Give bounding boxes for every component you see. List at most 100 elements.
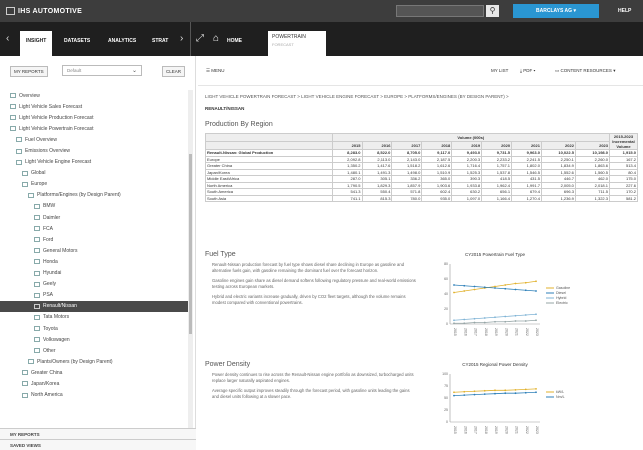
tree-item-label: Volkswagen xyxy=(43,336,70,343)
tree-item[interactable]: North America xyxy=(0,390,188,401)
menu-button[interactable]: ☰ MENU xyxy=(206,68,225,74)
tree-item[interactable]: Light Vehicle Sales Forecast xyxy=(0,101,188,112)
folder-icon xyxy=(34,226,40,232)
folder-icon xyxy=(16,159,22,165)
chevron-left-icon[interactable]: ‹ xyxy=(6,33,9,44)
folder-icon xyxy=(34,348,40,354)
data-point xyxy=(453,319,455,322)
my-list-button[interactable]: MY LIST xyxy=(491,68,508,73)
y-tick-label: 100 xyxy=(442,372,448,376)
table-header-label xyxy=(205,141,333,150)
tree-item-label: Europe xyxy=(31,181,48,188)
x-tick-label: 2021 xyxy=(515,426,519,434)
tree-item-label: FCA xyxy=(43,225,53,232)
data-point xyxy=(514,388,517,391)
data-point xyxy=(483,286,486,289)
legend-label: Hybrid xyxy=(556,296,566,300)
expand-icon[interactable]: ⤢ xyxy=(196,33,204,44)
filter-select[interactable]: Default ⌄ xyxy=(62,65,142,76)
x-tick-label: 2018 xyxy=(484,426,488,434)
content-resources-button[interactable]: ▭ CONTENT RESOURCES ▾ xyxy=(555,68,615,74)
home-label[interactable]: HOME xyxy=(227,38,242,44)
data-point xyxy=(483,389,486,392)
tree-item[interactable]: Global xyxy=(0,168,188,179)
table-header-corner xyxy=(205,133,333,142)
tree-item[interactable]: Hyundai xyxy=(0,268,188,279)
tree-item[interactable]: Honda xyxy=(0,256,188,267)
data-point xyxy=(483,321,486,324)
tree-item[interactable]: Tata Motors xyxy=(0,312,188,323)
tree-item[interactable]: Greater China xyxy=(0,367,188,378)
data-point xyxy=(524,388,527,391)
tree-item-label: Renault/Nissan xyxy=(43,303,77,310)
paragraph: Power density continues to rise across t… xyxy=(212,372,414,384)
tree-item[interactable]: Toyota xyxy=(0,323,188,334)
tree-item-label: Global xyxy=(31,170,46,177)
tree-item[interactable]: Japan/Korea xyxy=(0,378,188,389)
y-tick-label: 0 xyxy=(446,322,448,326)
user-menu-button[interactable]: BARCLAYS AG ▾ xyxy=(513,4,599,18)
tree-item-label: Japan/Korea xyxy=(31,380,60,387)
tree-item[interactable]: Light Vehicle Engine Forecast xyxy=(0,157,188,168)
table-row: South Asia 741.1 815.3 780.0 935.0 1,097.0 1,1… xyxy=(205,194,638,202)
home-icon[interactable]: ⌂ xyxy=(213,33,219,44)
tree-item[interactable]: Daimler xyxy=(0,212,188,223)
tree-item-label: Fuel Overview xyxy=(25,136,57,143)
tree-item[interactable]: Emissions Overview xyxy=(0,145,188,156)
tab-datasets[interactable]: DATASETS xyxy=(64,38,90,44)
data-point xyxy=(535,313,537,316)
folder-icon xyxy=(22,392,28,398)
tree-item[interactable]: Other xyxy=(0,345,188,356)
tab-insight[interactable]: INSIGHT xyxy=(20,31,53,56)
pdf-button[interactable]: ⤓ PDF ▾ xyxy=(520,68,535,73)
tree-item[interactable]: Plants/Owners (by Design Parent) xyxy=(0,356,188,367)
tree-scroll-thumb[interactable] xyxy=(189,154,192,334)
search-button[interactable]: ⚲ xyxy=(486,5,499,17)
data-point xyxy=(463,322,466,325)
breadcrumb[interactable]: LIGHT VEHICLE POWERTRAIN FORECAST > LIGH… xyxy=(205,94,509,99)
x-tick-label: 2015 xyxy=(453,426,457,434)
data-point xyxy=(453,394,455,397)
document-tab[interactable]: POWERTRAIN FORECAST xyxy=(268,31,326,56)
search-input[interactable] xyxy=(396,5,484,17)
tree-item[interactable]: Fuel Overview xyxy=(0,134,188,145)
clear-button[interactable]: CLEAR xyxy=(162,66,186,77)
help-link[interactable]: HELP xyxy=(618,8,631,14)
tree-item[interactable]: Renault/Nissan xyxy=(0,300,188,312)
x-tick-label: 2018 xyxy=(484,328,488,336)
folder-icon xyxy=(34,337,40,343)
my-reports-button[interactable]: MY REPORTS xyxy=(10,66,48,77)
tree-item[interactable]: Geely xyxy=(0,279,188,290)
data-point xyxy=(524,289,527,292)
folder-icon xyxy=(22,370,28,376)
x-tick-label: 2022 xyxy=(525,426,529,434)
tree-item[interactable]: PSA xyxy=(0,290,188,301)
data-point xyxy=(473,317,476,320)
table-cell: 815.3 xyxy=(361,194,393,202)
tree-item[interactable]: FCA xyxy=(0,223,188,234)
footer-saved-views[interactable]: SAVED VIEWS xyxy=(0,439,196,450)
x-tick-label: 2023 xyxy=(535,426,539,434)
tree-item[interactable]: BMW xyxy=(0,201,188,212)
data-point xyxy=(504,320,507,323)
data-point xyxy=(494,320,496,323)
tab-strat[interactable]: STRAT xyxy=(152,38,168,44)
tree-item-label: General Motors xyxy=(43,247,78,254)
content-toolbar: ☰ MENU MY LIST ⤓ PDF ▾ ▭ CONTENT RESOURC… xyxy=(198,56,643,86)
tree-item[interactable]: General Motors xyxy=(0,245,188,256)
folder-icon xyxy=(34,237,40,243)
tree-item[interactable]: Europe xyxy=(0,179,188,190)
tree-item[interactable]: Ford xyxy=(0,234,188,245)
tab-analytics[interactable]: ANALYTICS xyxy=(108,38,136,44)
tree-item[interactable]: Light Vehicle Production Forecast xyxy=(0,112,188,123)
footer-my-reports[interactable]: MY REPORTS xyxy=(0,428,196,439)
tree-item[interactable]: Overview xyxy=(0,90,188,101)
chevron-right-icon[interactable]: › xyxy=(180,33,183,44)
tree-item[interactable]: Platforms/Engines (by Design Parent) xyxy=(0,190,188,201)
y-tick-label: 0 xyxy=(446,420,448,424)
y-tick-label: 80 xyxy=(444,262,448,266)
tree-item-label: Honda xyxy=(43,258,58,265)
folder-icon xyxy=(34,270,40,276)
tree-item[interactable]: Light Vehicle Powertrain Forecast xyxy=(0,123,188,134)
tree-item[interactable]: Volkswagen xyxy=(0,334,188,345)
